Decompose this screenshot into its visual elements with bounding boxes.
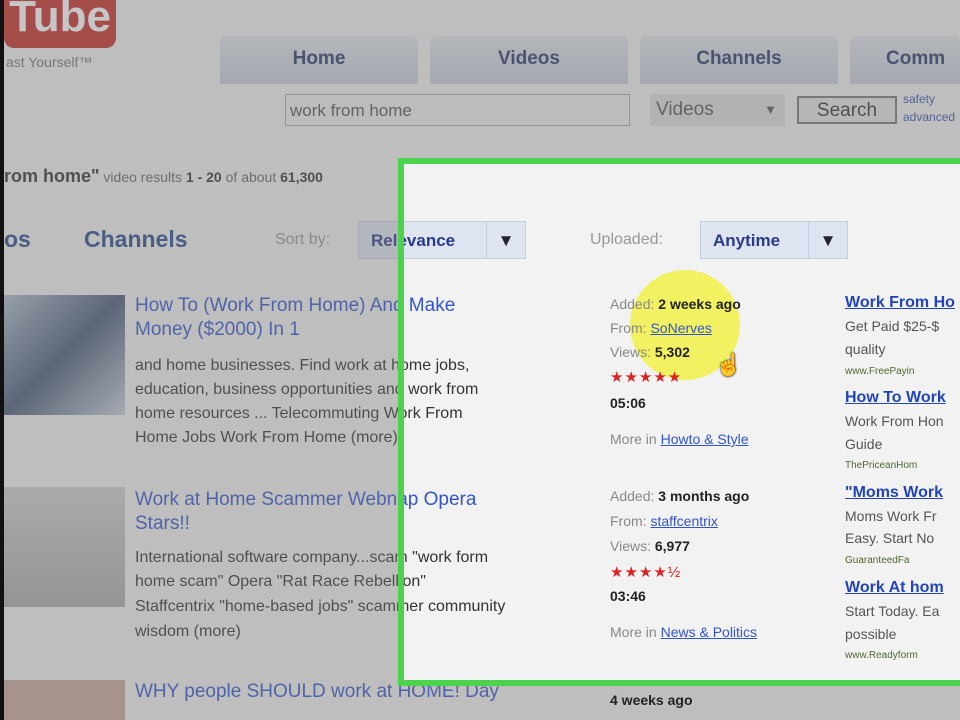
video-frame-edge bbox=[0, 0, 4, 720]
dim-overlay bbox=[0, 158, 398, 720]
added-info: Added: 3 months ago bbox=[610, 488, 750, 504]
uploader-link[interactable]: staffcentrix bbox=[650, 513, 717, 529]
video-duration: 03:46 bbox=[610, 588, 646, 604]
category-info: More in News & Politics bbox=[610, 624, 758, 640]
from-info: From: staffcentrix bbox=[610, 513, 718, 529]
category-info: More in Howto & Style bbox=[610, 431, 749, 447]
hand-cursor-icon: ☝ bbox=[715, 352, 743, 377]
category-link[interactable]: Howto & Style bbox=[661, 431, 749, 447]
uploader-link[interactable]: SoNerves bbox=[650, 320, 711, 336]
added-info: Added: 2 weeks ago bbox=[610, 296, 741, 312]
dim-overlay bbox=[0, 0, 960, 158]
category-link[interactable]: News & Politics bbox=[661, 624, 757, 640]
views-info: Views: 5,302 bbox=[610, 344, 690, 360]
added-info: 4 weeks ago bbox=[610, 692, 693, 708]
highlight-box bbox=[398, 158, 960, 686]
rating-stars: ★★★★½ bbox=[610, 564, 682, 581]
rating-stars: ★★★★★ bbox=[610, 369, 683, 386]
video-duration: 05:06 bbox=[610, 395, 646, 411]
from-info: From: SoNerves bbox=[610, 320, 712, 336]
views-info: Views: 6,977 bbox=[610, 538, 690, 554]
